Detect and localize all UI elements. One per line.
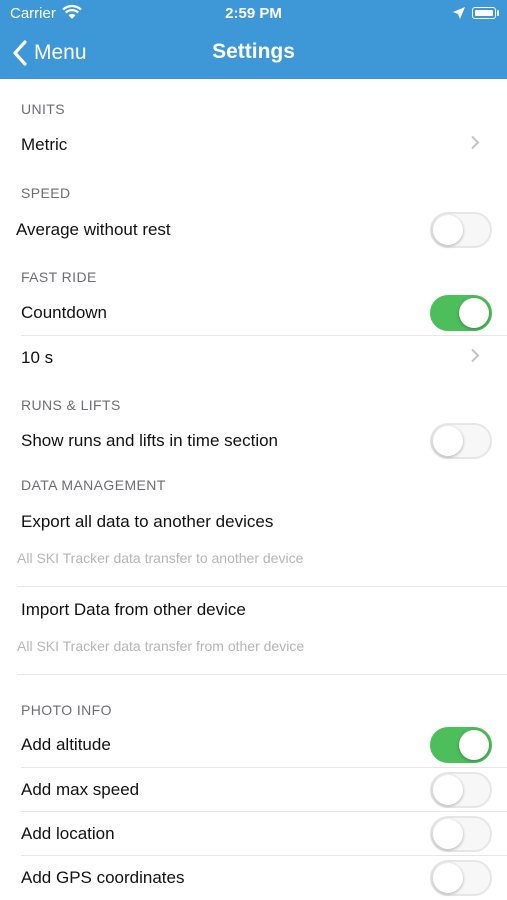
battery-tip bbox=[497, 10, 499, 16]
add-altitude-label: Add altitude bbox=[21, 735, 111, 754]
chevron-right-icon bbox=[470, 348, 480, 369]
show-runs-lifts-row: Show runs and lifts in time section bbox=[0, 419, 507, 463]
toggle-knob bbox=[459, 298, 489, 328]
export-data-label: Export all data to another devices bbox=[21, 512, 274, 531]
chevron-right-icon bbox=[470, 135, 480, 156]
import-data-label: Import Data from other device bbox=[21, 600, 246, 619]
add-altitude-toggle[interactable] bbox=[430, 727, 492, 763]
avg-without-rest-label: Average without rest bbox=[16, 220, 171, 239]
export-data-note: All SKI Tracker data transfer to another… bbox=[17, 550, 304, 566]
add-max-speed-row: Add max speed bbox=[0, 768, 507, 811]
add-gps-row: Add GPS coordinates bbox=[0, 856, 507, 899]
toggle-knob bbox=[433, 426, 463, 456]
countdown-value: 10 s bbox=[21, 348, 54, 367]
section-header-data-management: DATA MANAGEMENT bbox=[21, 477, 166, 493]
countdown-toggle[interactable] bbox=[430, 295, 492, 331]
section-header-runs-lifts: RUNS & LIFTS bbox=[21, 397, 121, 413]
location-arrow-icon bbox=[452, 6, 466, 25]
toggle-knob bbox=[433, 818, 463, 849]
section-header-speed: SPEED bbox=[21, 185, 71, 201]
units-row[interactable]: Metric bbox=[0, 122, 507, 168]
add-location-label: Add location bbox=[21, 823, 115, 843]
page-title: Settings bbox=[212, 40, 295, 63]
show-runs-lifts-toggle[interactable] bbox=[430, 423, 492, 459]
section-header-fast-ride: FAST RIDE bbox=[21, 269, 97, 285]
section-header-photo-info: PHOTO INFO bbox=[21, 702, 112, 718]
units-value: Metric bbox=[21, 135, 68, 154]
export-data-row[interactable]: Export all data to another devices bbox=[0, 500, 507, 544]
avg-without-rest-row: Average without rest bbox=[0, 208, 507, 252]
toggle-knob bbox=[459, 730, 489, 760]
add-gps-label: Add GPS coordinates bbox=[21, 867, 185, 887]
section-header-units: UNITS bbox=[21, 101, 65, 117]
toggle-knob bbox=[433, 215, 463, 245]
countdown-row: Countdown bbox=[0, 291, 507, 335]
add-max-speed-label: Add max speed bbox=[21, 779, 140, 799]
divider bbox=[17, 586, 507, 587]
add-location-row: Add location bbox=[0, 812, 507, 855]
show-runs-lifts-label: Show runs and lifts in time section bbox=[21, 431, 279, 450]
add-altitude-row: Add altitude bbox=[0, 723, 507, 767]
battery-icon bbox=[472, 7, 496, 19]
import-data-row[interactable]: Import Data from other device bbox=[0, 588, 507, 632]
toggle-knob bbox=[433, 774, 463, 805]
add-max-speed-toggle[interactable] bbox=[430, 771, 492, 808]
status-bar: Carrier 2:59 PM bbox=[0, 0, 507, 27]
divider bbox=[17, 674, 507, 675]
countdown-value-row[interactable]: 10 s bbox=[0, 336, 507, 380]
import-data-note: All SKI Tracker data transfer from other… bbox=[17, 638, 305, 654]
avg-without-rest-toggle[interactable] bbox=[430, 212, 492, 248]
add-gps-toggle[interactable] bbox=[430, 859, 492, 896]
nav-bar: Menu Settings bbox=[0, 27, 507, 79]
add-location-toggle[interactable] bbox=[430, 815, 492, 852]
countdown-label: Countdown bbox=[21, 303, 108, 322]
toggle-knob bbox=[433, 862, 463, 893]
status-time: 2:59 PM bbox=[225, 5, 282, 22]
